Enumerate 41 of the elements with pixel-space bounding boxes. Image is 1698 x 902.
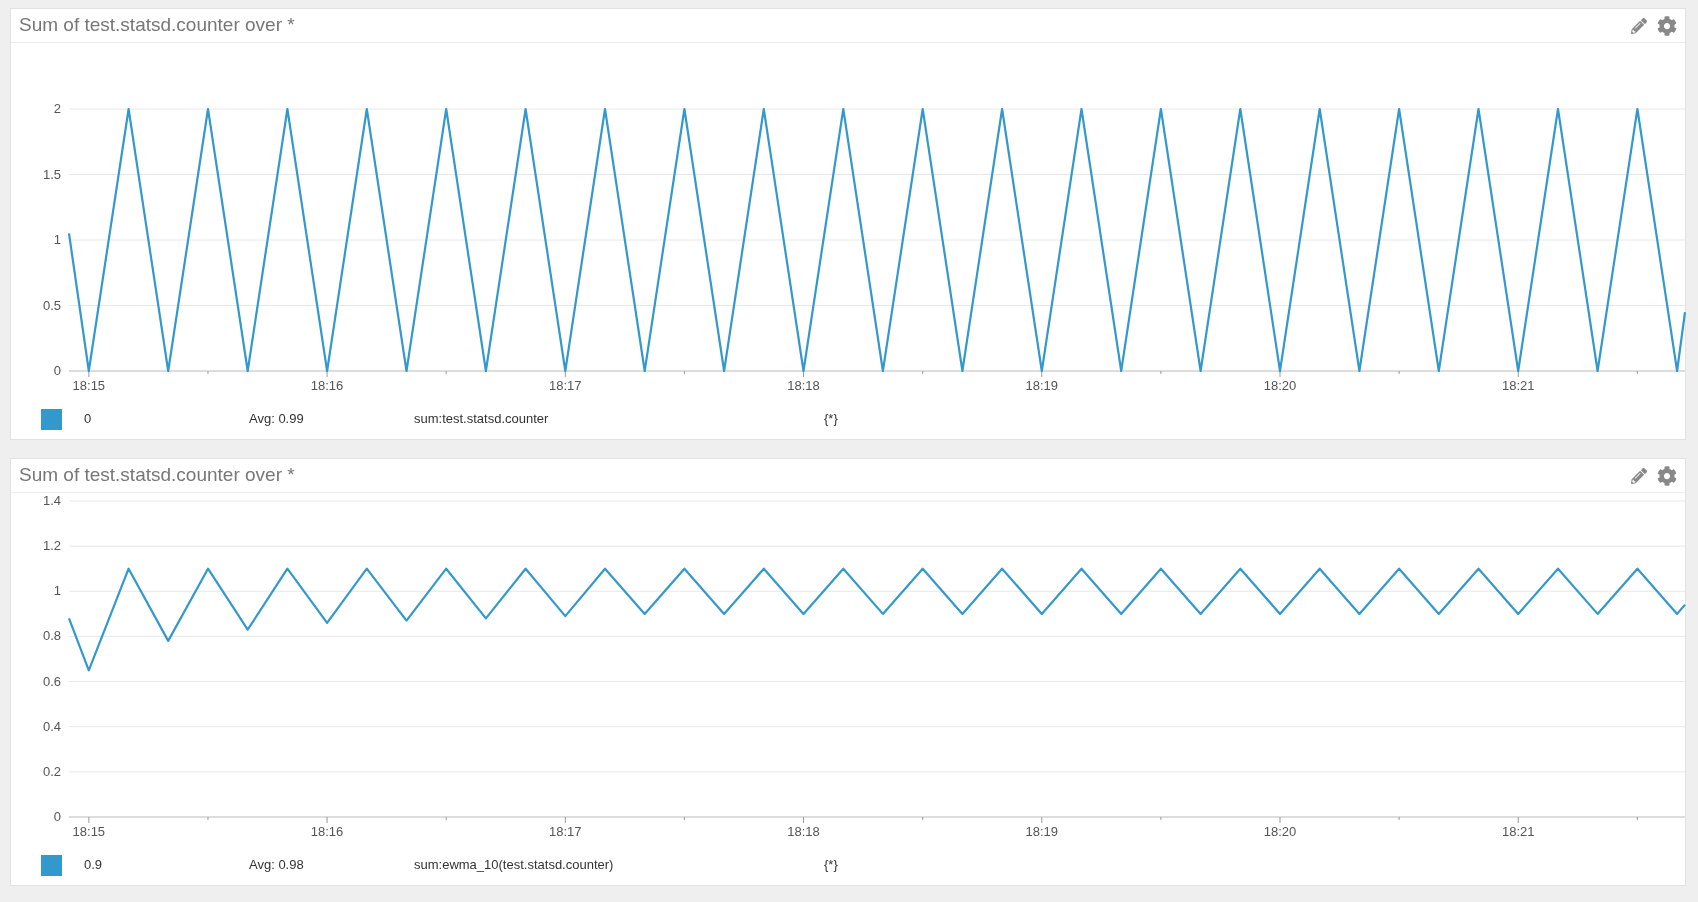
y-tick-label: 1 [53,583,61,599]
y-tick-label: 0.2 [42,763,61,779]
settings-icon[interactable] [1657,465,1677,486]
edit-icon[interactable] [1631,467,1647,484]
panel-title: Sum of test.statsd.counter over * [19,13,295,38]
x-tick-label: 18:21 [1501,378,1535,393]
x-tick-label: 18:21 [1501,824,1535,839]
y-tick-label: 0 [53,363,61,378]
x-tick-label: 18:16 [310,824,344,839]
edit-icon[interactable] [1631,17,1647,34]
y-tick-label: 1.4 [42,493,61,508]
legend-scope: {*} [824,856,838,875]
y-tick-label: 0.6 [42,673,61,689]
y-tick-label: 0.8 [42,628,61,644]
y-tick-label: 1.5 [42,166,61,182]
x-tick-label: 18:15 [72,378,106,393]
x-tick-label: 18:19 [1025,378,1059,393]
legend-average: Avg: 0.98 [249,856,305,875]
x-tick-label: 18:19 [1025,824,1059,839]
legend-average: Avg: 0.99 [249,410,305,429]
y-tick-label: 2 [53,101,61,116]
panel-title: Sum of test.statsd.counter over * [19,463,295,488]
y-tick-label: 0.5 [42,297,61,313]
legend-value: 0 [84,410,93,429]
y-tick-label: 1 [53,232,61,247]
x-tick-label: 18:18 [787,378,820,393]
legend-metric: sum:ewma_10(test.statsd.counter) [414,856,615,875]
y-tick-label: 1.2 [42,538,61,554]
settings-icon[interactable] [1657,15,1677,36]
x-tick-label: 18:17 [549,824,582,839]
y-tick-label: 0.4 [42,718,61,734]
x-tick-label: 18:20 [1263,378,1297,393]
x-tick-label: 18:20 [1263,824,1297,839]
y-tick-label: 0 [53,809,61,824]
legend-value: 0.9 [84,856,104,875]
legend-scope: {*} [824,410,838,429]
legend-metric: sum:test.statsd.counter [414,410,550,429]
x-tick-label: 18:15 [72,824,106,839]
x-tick-label: 18:16 [310,378,344,393]
x-tick-label: 18:18 [787,824,820,839]
x-tick-label: 18:17 [549,378,582,393]
